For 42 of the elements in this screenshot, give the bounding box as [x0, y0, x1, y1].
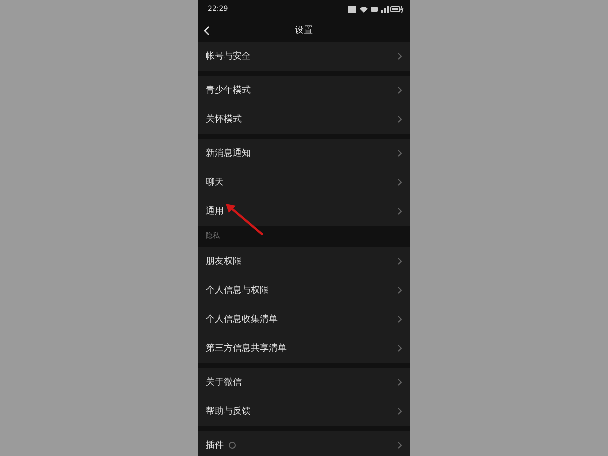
settings-item[interactable]: 帐号与安全 — [198, 42, 410, 71]
settings-item[interactable]: 个人信息收集清单 — [198, 305, 410, 334]
settings-item[interactable]: 个人信息与权限 — [198, 276, 410, 305]
chevron-icon — [398, 379, 402, 386]
item-label: 帐号与安全 — [206, 50, 251, 63]
chevron-icon — [398, 408, 402, 415]
chevron-icon — [398, 179, 402, 186]
chevron-icon — [398, 116, 402, 123]
chevron-icon — [398, 208, 402, 215]
item-label: 聊天 — [206, 177, 224, 189]
item-label: 帮助与反馈 — [206, 406, 251, 418]
item-label: 通用 — [206, 206, 224, 218]
settings-item[interactable]: 插件 — [198, 431, 410, 456]
chevron-icon — [398, 258, 402, 265]
settings-item[interactable]: 关于微信 — [198, 368, 410, 397]
back-button[interactable] — [204, 25, 212, 36]
chevron-icon — [398, 287, 402, 294]
item-label: 青少年模式 — [206, 84, 251, 97]
chevron-icon — [398, 87, 402, 94]
settings-item[interactable]: 通用 — [198, 197, 410, 226]
chevron-icon — [398, 345, 402, 352]
item-label: 关怀模式 — [206, 114, 242, 126]
item-label: 新消息通知 — [206, 148, 251, 160]
item-label: 关于微信 — [206, 376, 242, 389]
settings-item[interactable]: 朋友权限 — [198, 247, 410, 276]
settings-item[interactable]: 聊天 — [198, 168, 410, 197]
settings-item[interactable]: 关怀模式 — [198, 105, 410, 134]
item-label: 个人信息收集清单 — [206, 314, 278, 326]
settings-item[interactable]: 第三方信息共享清单 — [198, 334, 410, 363]
page-title: 设置 — [295, 24, 313, 36]
chevron-icon — [398, 442, 402, 449]
item-label: 朋友权限 — [206, 256, 242, 268]
chevron-icon — [398, 150, 402, 157]
item-label: 个人信息与权限 — [206, 284, 269, 297]
item-label: 插件 — [206, 440, 224, 452]
chevron-icon — [398, 316, 402, 323]
status-icons — [348, 6, 404, 12]
settings-item[interactable]: 新消息通知 — [198, 139, 410, 168]
item-label: 第三方信息共享清单 — [206, 342, 287, 355]
chevron-icon — [398, 53, 402, 60]
settings-item[interactable]: 帮助与反馈 — [198, 397, 410, 426]
settings-item[interactable]: 青少年模式 — [198, 76, 410, 105]
